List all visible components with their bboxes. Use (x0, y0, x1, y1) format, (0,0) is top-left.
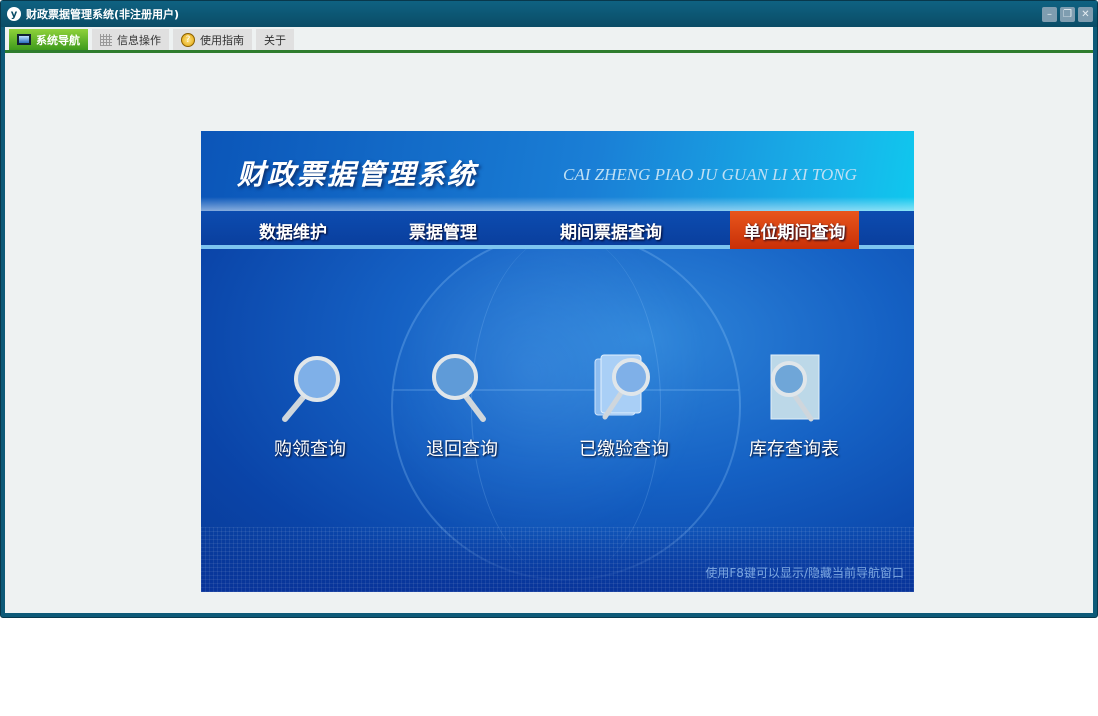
function-label: 已缴验查询 (579, 439, 669, 460)
banner-title: 财政票据管理系统 (237, 158, 478, 191)
tab-label: 系统导航 (36, 33, 80, 47)
title-bar[interactable]: y 财政票据管理系统(非注册用户) – ❐ ✕ (1, 1, 1097, 27)
grid-icon (100, 33, 112, 46)
tab-info-ops[interactable]: 信息操作 (92, 29, 169, 50)
nav-ticket-management[interactable]: 票据管理 (391, 211, 495, 249)
minimize-button[interactable]: – (1042, 7, 1057, 22)
function-purchase-query[interactable]: 购领查询 (235, 353, 385, 461)
function-label: 购领查询 (274, 439, 346, 460)
function-label: 退回查询 (426, 439, 498, 460)
nav-period-ticket-query[interactable]: 期间票据查询 (541, 211, 681, 249)
function-inventory-query[interactable]: 库存查询表 (719, 353, 869, 461)
tab-label: 关于 (264, 33, 286, 47)
tab-guide[interactable]: ? 使用指南 (173, 29, 252, 50)
module-nav: 数据维护 票据管理 期间票据查询 单位期间查询 (201, 211, 914, 249)
banner-pinyin: CAI ZHENG PIAO JU GUAN LI XI TONG (563, 165, 857, 184)
monitor-icon (17, 34, 31, 45)
function-return-query[interactable]: 退回查询 (387, 353, 537, 461)
nav-unit-period-query[interactable]: 单位期间查询 (730, 211, 859, 249)
navigation-banner: 财政票据管理系统 CAI ZHENG PIAO JU GUAN LI XI TO… (201, 131, 914, 592)
document-magnifier-icon (770, 354, 820, 422)
function-verified-query[interactable]: 已缴验查询 (549, 353, 699, 461)
app-logo-icon: y (7, 7, 21, 21)
banner-header: 财政票据管理系统 CAI ZHENG PIAO JU GUAN LI XI TO… (201, 131, 914, 211)
nav-data-maintenance[interactable]: 数据维护 (241, 211, 345, 249)
f8-hint: 使用F8键可以显示/隐藏当前导航窗口 (705, 566, 904, 580)
close-button[interactable]: ✕ (1078, 7, 1093, 22)
help-icon: ? (181, 32, 195, 47)
tab-label: 使用指南 (200, 33, 244, 47)
banner-footer (201, 527, 914, 592)
documents-magnifier-icon (594, 354, 650, 420)
window-title: 财政票据管理系统(非注册用户) (26, 8, 180, 21)
restore-button[interactable]: ❐ (1060, 7, 1075, 22)
magnifier-icon (432, 354, 486, 422)
tab-bar: 系统导航 信息操作 ? 使用指南 关于 (5, 27, 1093, 53)
function-label: 库存查询表 (749, 439, 839, 460)
tab-label: 信息操作 (117, 33, 161, 47)
tab-about[interactable]: 关于 (256, 29, 294, 50)
tab-system-nav[interactable]: 系统导航 (9, 29, 88, 50)
magnifier-icon (282, 356, 340, 422)
